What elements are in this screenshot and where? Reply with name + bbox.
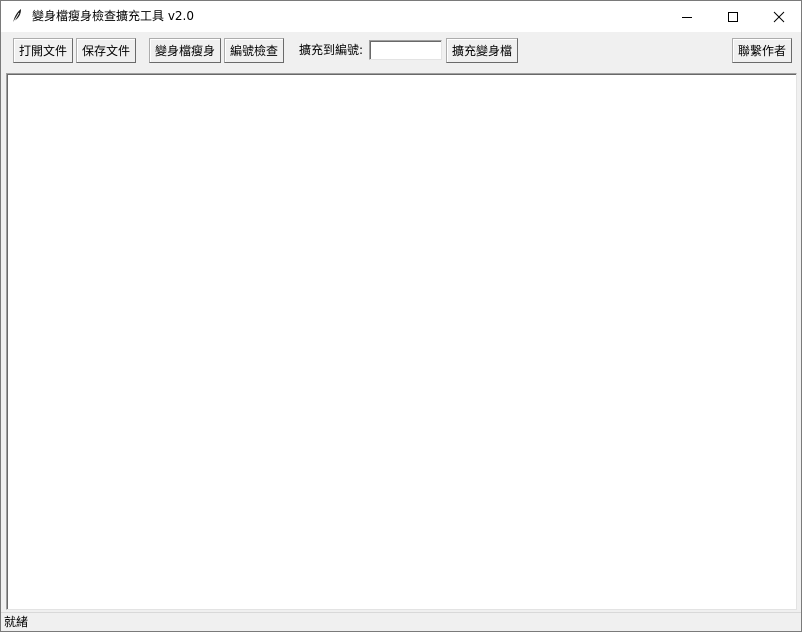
minimize-icon <box>681 11 693 23</box>
save-file-button[interactable]: 保存文件 <box>76 38 136 63</box>
main-text-area[interactable] <box>6 73 797 610</box>
expand-to-label: 擴充到編號: <box>299 43 364 57</box>
open-file-button[interactable]: 打開文件 <box>13 38 73 63</box>
close-button[interactable] <box>756 1 802 32</box>
close-icon <box>773 11 785 23</box>
expand-to-number-input[interactable] <box>369 40 442 60</box>
minimize-button[interactable] <box>664 1 710 32</box>
contact-author-button[interactable]: 聯繫作者 <box>732 38 792 63</box>
title-bar[interactable]: 變身檔瘦身檢查擴充工具 v2.0 <box>1 1 801 32</box>
feather-icon <box>10 8 24 24</box>
app-window: 變身檔瘦身檢查擴充工具 v2.0 打開文件 保存文件 變身檔瘦身 編號檢查 擴充… <box>0 0 802 632</box>
id-check-button[interactable]: 編號檢查 <box>224 38 284 63</box>
status-text: 就緒 <box>4 615 29 629</box>
slim-button[interactable]: 變身檔瘦身 <box>149 38 221 63</box>
status-bar: 就緒 <box>1 612 801 631</box>
maximize-button[interactable] <box>710 1 756 32</box>
expand-button[interactable]: 擴充變身檔 <box>446 38 518 63</box>
window-title: 變身檔瘦身檢查擴充工具 v2.0 <box>32 9 195 23</box>
maximize-icon <box>727 11 739 23</box>
